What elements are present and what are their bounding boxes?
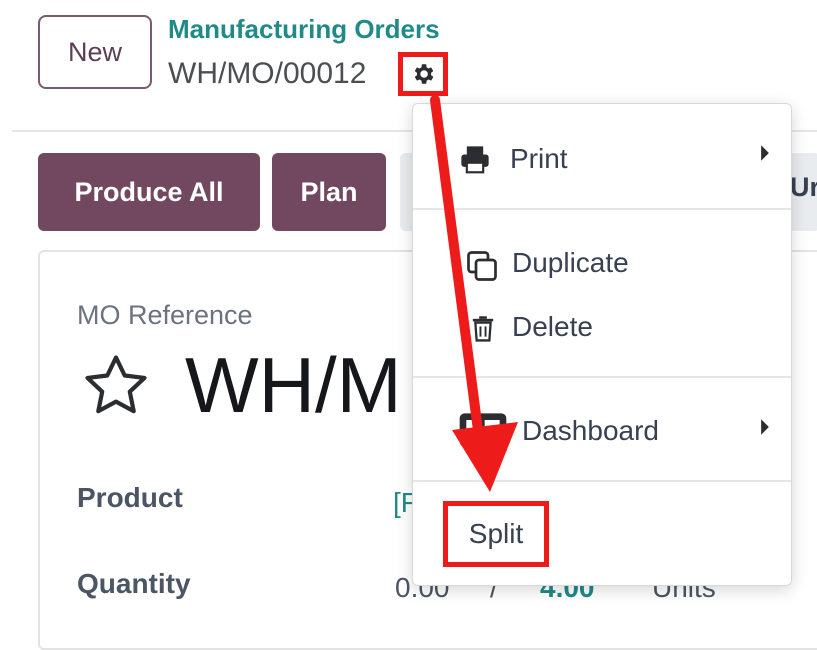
annotation-arrow xyxy=(430,95,518,492)
